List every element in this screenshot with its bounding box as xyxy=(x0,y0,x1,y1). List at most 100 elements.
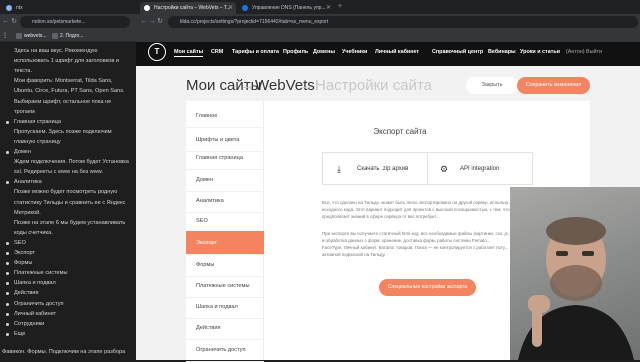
bullet-icon xyxy=(6,262,9,266)
menu-domains[interactable]: Домены xyxy=(313,48,335,56)
menu-lessons[interactable]: Уроки и статьи xyxy=(520,48,560,56)
presenter-video xyxy=(518,217,634,360)
close-tab-icon[interactable]: ✕ xyxy=(326,2,331,14)
tab-label: Управление DNS (Панель упр... xyxy=(252,5,326,11)
note-line: SEO xyxy=(14,239,26,246)
note-line: Домен xyxy=(14,149,32,155)
note-line: Шапка и подвал xyxy=(14,280,56,287)
sidebar-item-export[interactable]: Экспорт xyxy=(186,231,264,255)
note-line: Главная страница xyxy=(14,118,61,125)
favicon-icon xyxy=(242,5,248,11)
bullet-icon xyxy=(6,272,9,276)
export-description-1: Все, что сделано на Тильде, может быть л… xyxy=(322,199,512,220)
note-line: Аналитика xyxy=(14,179,42,186)
note-line: Экспорт xyxy=(14,250,36,256)
paragraph-line: Все, что сделано на Тильде, может быть л… xyxy=(322,200,512,205)
bullet-icon xyxy=(6,292,9,296)
menu-icon[interactable]: ⋮ xyxy=(2,31,10,41)
notes-pane: Здесь на ваш вкус. Рекомендую использоват… xyxy=(0,42,136,360)
bullet-icon xyxy=(6,241,9,245)
forward-icon[interactable]: → xyxy=(148,17,156,27)
bookmark-item[interactable]: 2. Подго... xyxy=(50,31,83,41)
note-line: Позже можно будет посмотреть родную xyxy=(14,189,118,196)
note-line: Формы xyxy=(14,260,33,267)
menu-crm[interactable]: CRM xyxy=(211,48,223,56)
sidebar-item-homepage[interactable]: Главная страница xyxy=(186,146,264,170)
note-line: ssl. Редиректы с www на без www. xyxy=(14,169,104,176)
sidebar-item-main[interactable]: Главное xyxy=(186,104,264,128)
paragraph-line: предполагает знаний в сфере сервера от в… xyxy=(322,214,440,219)
note-line: текста. xyxy=(14,68,33,75)
menu-my-sites[interactable]: Мои сайты xyxy=(174,48,204,57)
bookmarks-bar-right xyxy=(136,30,640,42)
note-line: Мои фаворить: Montserrat, Tilda Sans, xyxy=(14,78,113,85)
bullet-icon xyxy=(6,282,9,286)
logout-link[interactable]: (Антон) Выйти xyxy=(566,48,602,56)
sidebar-item-actions[interactable]: Действия xyxy=(186,316,264,340)
api-integration-card[interactable]: ⚙ API integration xyxy=(427,152,533,185)
note-line: Выбираем шрифт, остальное пока не xyxy=(14,98,112,105)
note-line: Сотрудники xyxy=(14,320,45,327)
sidebar-item-restrict-access[interactable]: Ограничить доступ xyxy=(186,338,264,362)
note-line: главную страницу xyxy=(14,138,61,145)
download-icon: ⤓ xyxy=(337,164,341,174)
reload-icon[interactable]: ↻ xyxy=(156,17,164,27)
export-title: Экспорт сайта xyxy=(373,127,427,136)
notes-footer: Фавикон. Формы. Подключим на этапе разбо… xyxy=(2,349,126,355)
paragraph-line: активной подпиской на Тильду. xyxy=(322,252,386,257)
browser-tab-active[interactable]: Настройки сайта – WebVets – Т... ✕ xyxy=(140,2,236,14)
paragraph-line: и обработка данных с форм, хранение, дос… xyxy=(322,238,491,243)
note-line: трогаем xyxy=(14,108,35,115)
browser-tab[interactable]: Управление DNS (Панель упр... ✕ xyxy=(238,2,334,14)
reload-icon[interactable]: ↻ xyxy=(10,17,18,27)
paragraph-line: При экспорте вы получаете статичный html… xyxy=(322,231,512,236)
webcam-overlay xyxy=(510,187,640,360)
note-line: Позже на этапе 6 мы будем устанавливать xyxy=(14,219,126,226)
note-line: Платежные системы xyxy=(14,270,68,277)
menu-cabinet[interactable]: Личный кабинет xyxy=(375,48,419,56)
menu-profile[interactable]: Профиль xyxy=(283,48,308,56)
address-input[interactable]: tilda.cc/projects/settings/?projectid=71… xyxy=(168,16,638,28)
bullet-icon xyxy=(6,151,9,154)
browser-tab-strip: ntx Настройки сайта – WebVets – Т... ✕ У… xyxy=(0,0,640,14)
close-tab-icon[interactable]: ✕ xyxy=(228,2,233,14)
browser-tab[interactable]: ntx xyxy=(2,2,60,14)
breadcrumb-current: Настройки сайта xyxy=(315,77,432,94)
address-input-left[interactable]: notion.so/petsmarkete... xyxy=(20,16,130,28)
bullet-icon xyxy=(6,302,9,306)
breadcrumb-arrow-icon: → xyxy=(240,77,255,94)
bookmark-item[interactable]: webvets... xyxy=(14,31,47,41)
download-zip-label: Скачать .zip архив xyxy=(357,166,409,172)
sidebar-item-seo[interactable]: SEO xyxy=(186,209,264,233)
gear-icon: ⚙ xyxy=(440,164,449,174)
close-button[interactable]: Закрыть xyxy=(466,77,518,94)
tilda-logo[interactable]: T xyxy=(148,43,166,61)
breadcrumb-arrow-icon: → xyxy=(299,77,314,94)
note-line: Ubuntu, Circe, Futura, PT Sans, Open San… xyxy=(14,88,125,95)
note-line: Ограничить доступ xyxy=(14,300,64,307)
bookmark-label: webvets... xyxy=(24,33,47,39)
bullet-icon xyxy=(6,181,9,185)
tilda-favicon-icon xyxy=(144,5,150,11)
save-changes-button[interactable]: Сохранить изменения xyxy=(517,77,590,94)
note-line: Еще xyxy=(14,330,26,337)
back-icon[interactable]: ← xyxy=(140,17,148,27)
note-line: Метрикой. xyxy=(14,209,41,216)
menu-webinars[interactable]: Вебинары xyxy=(488,48,516,56)
menu-help-center[interactable]: Справочный центр xyxy=(432,48,483,56)
new-tab-icon[interactable]: + xyxy=(338,2,342,12)
tab-label: ntx xyxy=(16,5,23,11)
tab-label: Настройки сайта – WebVets – Т... xyxy=(154,5,231,11)
menu-tariffs[interactable]: Тарифы и оплата xyxy=(232,48,279,56)
menu-tutorials[interactable]: Учебники xyxy=(342,48,367,56)
note-line: Пропускаем. Здесь позже подключим xyxy=(14,128,112,135)
note-line: Здесь на ваш вкус. Рекомендую xyxy=(14,48,98,54)
note-line: Ждем подключения. Потом будет Установка xyxy=(14,159,129,166)
api-integration-label: API integration xyxy=(460,166,500,172)
bullet-icon xyxy=(6,322,9,326)
special-export-settings-button[interactable]: Специальные настройки экспорта xyxy=(379,279,476,296)
bullet-icon xyxy=(6,252,9,255)
back-icon[interactable]: ← xyxy=(2,17,10,27)
download-zip-card[interactable]: ⤓ Скачать .zip архив xyxy=(322,152,428,185)
note-line: статистику Тильды и сравнить ее с Яндекс xyxy=(14,199,126,206)
